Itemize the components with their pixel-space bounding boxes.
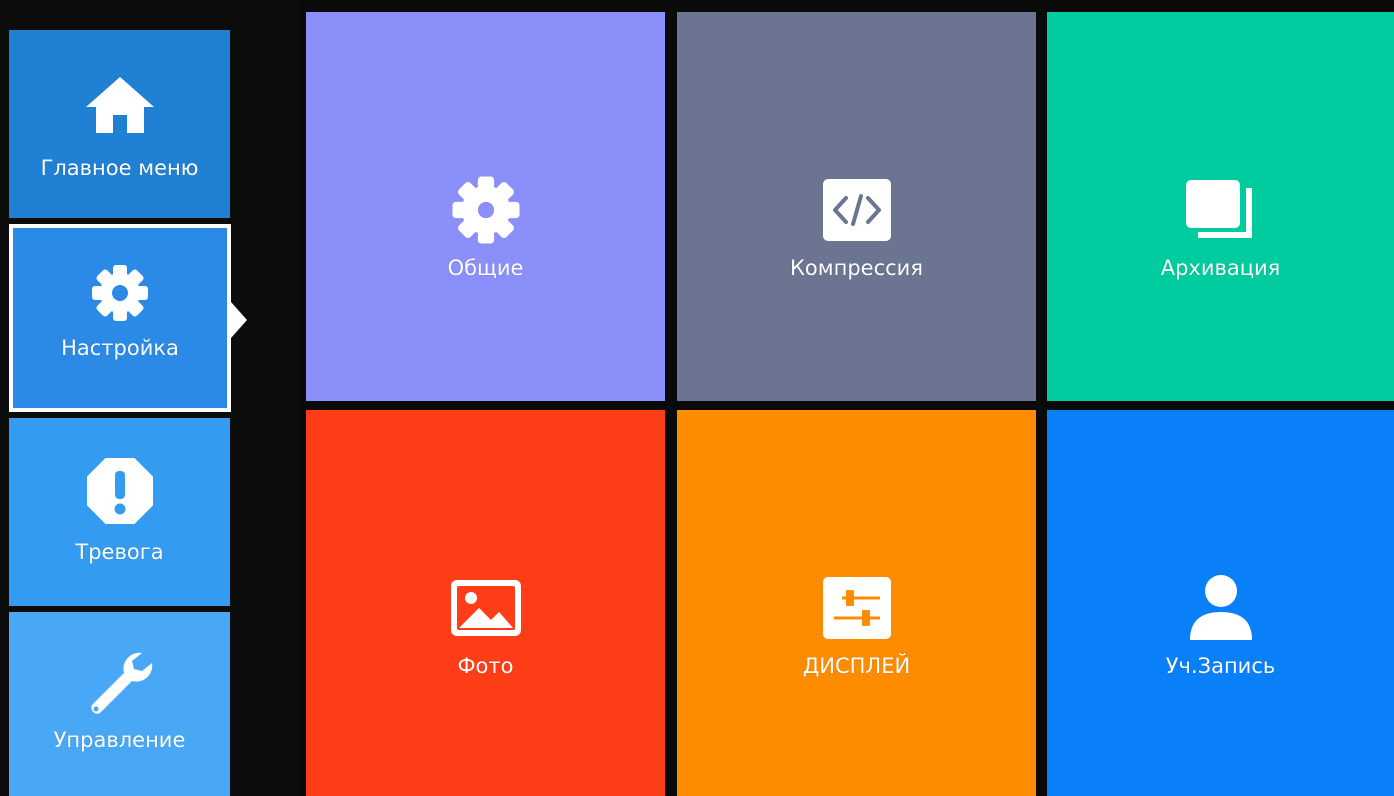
sidebar-item-label: Управление: [53, 728, 186, 752]
settings-screen: Главное меню Настройка Тревога Управлени…: [0, 0, 1394, 796]
sidebar-item-label: Тревога: [75, 540, 164, 564]
tile-label: Фото: [457, 654, 514, 678]
tile-archive[interactable]: Архивация: [1047, 12, 1394, 401]
tile-display[interactable]: ДИСПЛЕЙ: [677, 410, 1036, 796]
sidebar-item-settings[interactable]: Настройка: [9, 224, 231, 412]
tile-account[interactable]: Уч.Запись: [1047, 410, 1394, 796]
tile-label: ДИСПЛЕЙ: [802, 654, 911, 678]
tile-label: Компрессия: [790, 256, 923, 280]
alarm-icon: [80, 456, 160, 526]
sliders-icon: [817, 570, 897, 646]
copy-icon: [1181, 172, 1261, 248]
tile-compression[interactable]: Компрессия: [677, 12, 1036, 401]
tile-label: Уч.Запись: [1165, 654, 1276, 678]
gear-icon: [80, 258, 160, 328]
sidebar-item-label: Настройка: [61, 336, 179, 360]
code-icon: [817, 172, 897, 248]
selection-pointer: [231, 302, 247, 338]
sidebar-item-management[interactable]: Управление: [9, 612, 230, 796]
tile-general[interactable]: Общие: [306, 12, 665, 401]
image-icon: [446, 570, 526, 646]
home-icon: [80, 70, 160, 140]
wrench-icon: [80, 650, 160, 720]
gear-icon: [446, 172, 526, 248]
tile-photo[interactable]: Фото: [306, 410, 665, 796]
sidebar-item-label: Главное меню: [40, 156, 199, 180]
tile-label: Общие: [447, 256, 524, 280]
sidebar-item-main-menu[interactable]: Главное меню: [9, 30, 230, 218]
tile-label: Архивация: [1160, 256, 1281, 280]
user-icon: [1181, 570, 1261, 646]
sidebar-item-alarm[interactable]: Тревога: [9, 418, 230, 606]
sidebar: Главное меню Настройка Тревога Управлени…: [0, 0, 300, 796]
